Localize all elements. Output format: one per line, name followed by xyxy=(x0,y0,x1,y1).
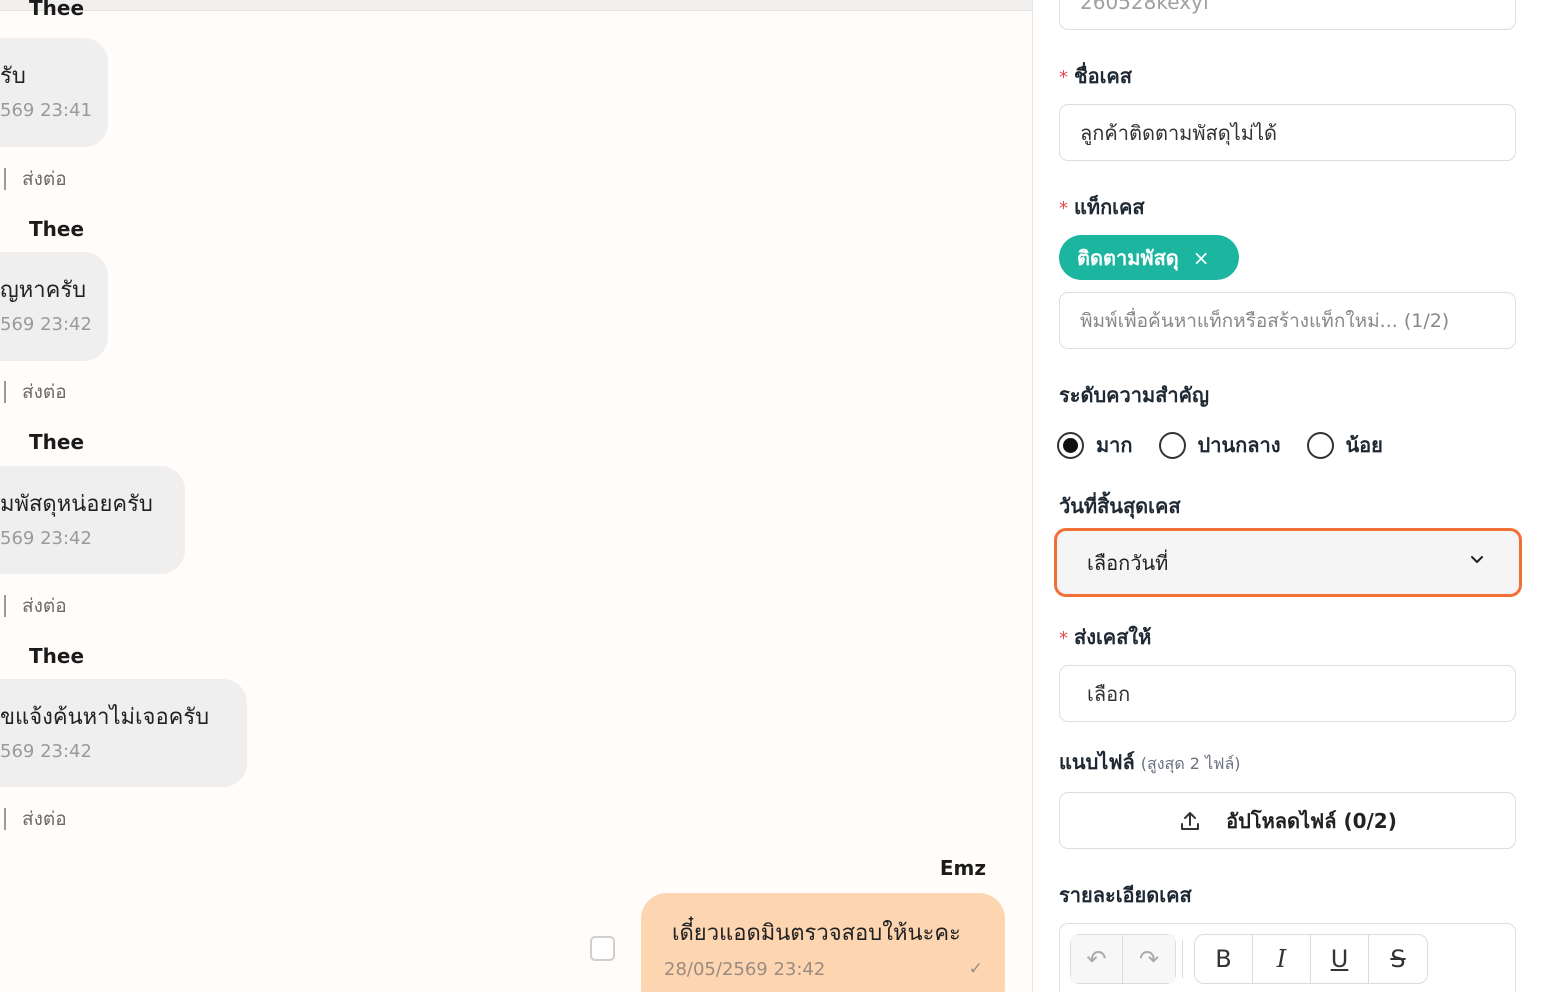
attach-label-text: แนบไฟล์ xyxy=(1059,750,1135,774)
priority-option-medium[interactable]: ปานกลาง xyxy=(1158,429,1281,461)
required-mark: * xyxy=(1059,67,1068,88)
priority-option-label: มาก xyxy=(1096,433,1133,457)
message-sender: Thee xyxy=(29,217,85,241)
due-date-label: วันที่สิ้นสุดเคส xyxy=(1059,494,1181,518)
radio-empty-icon[interactable] xyxy=(1158,431,1186,459)
message-time: 569 23:41 xyxy=(0,100,92,121)
outgoing-sender: Emz xyxy=(939,856,986,880)
toolbar-separator xyxy=(1182,940,1183,978)
case-details-editor: ↶ ↷ B I U S xyxy=(1059,923,1516,992)
italic-button[interactable]: I xyxy=(1253,935,1311,983)
due-date-placeholder: เลือกวันที่ xyxy=(1087,550,1169,575)
tag-chip-label: ติดตามพัสดุ xyxy=(1077,245,1179,270)
attach-label: แนบไฟล์ (สูงสุด 2 ไฟล์) xyxy=(1059,746,1240,778)
priority-label: ระดับความสำคัญ xyxy=(1059,383,1210,407)
case-tags-label: * แท็กเคส xyxy=(1059,191,1145,223)
tag-search-input[interactable]: พิมพ์เพื่อค้นหาแท็กหรือสร้างแท็กใหม่... … xyxy=(1059,292,1516,349)
case-name-label-text: ชื่อเคส xyxy=(1074,64,1133,88)
strikethrough-button[interactable]: S xyxy=(1369,935,1427,983)
radio-selected-icon[interactable] xyxy=(1057,431,1084,459)
underline-button[interactable]: U xyxy=(1311,935,1369,983)
upload-icon xyxy=(1181,811,1200,830)
forward-button[interactable]: ส่งต่อ xyxy=(4,804,67,834)
message-text: เดี๋ยวแอดมินตรวจสอบให้นะคะ xyxy=(672,921,961,946)
forward-divider xyxy=(4,595,6,617)
message-sender: Thee xyxy=(29,430,85,454)
priority-option-high[interactable]: มาก xyxy=(1057,429,1133,461)
message-time: 569 23:42 xyxy=(0,528,92,549)
case-name-input[interactable]: ลูกค้าติดตามพัสดุไม่ได้ xyxy=(1059,104,1516,161)
forward-label: ส่งต่อ xyxy=(22,595,67,617)
message-sender: Thee xyxy=(29,0,85,20)
case-form-panel: 260528kexyf * ชื่อเคส ลูกค้าติดตามพัสดุไม… xyxy=(1032,0,1541,992)
message-sender: Thee xyxy=(29,644,85,668)
bold-button[interactable]: B xyxy=(1195,935,1253,983)
redo-button[interactable]: ↷ xyxy=(1123,935,1175,983)
priority-option-label: ปานกลาง xyxy=(1197,433,1281,457)
message-bubble: ขแจ้งค้นหาไม่เจอครับ 569 23:42 xyxy=(0,679,247,787)
forward-button[interactable]: ส่งต่อ xyxy=(4,377,67,407)
tag-chip: ติดตามพัสดุ × xyxy=(1059,235,1239,280)
chevron-down-icon xyxy=(1471,556,1483,563)
forward-label: ส่งต่อ xyxy=(22,381,67,403)
message-bubble: มพัสดุหน่อยครับ 569 23:42 xyxy=(0,466,185,574)
radio-empty-icon[interactable] xyxy=(1306,431,1334,459)
message-text: ขแจ้งค้นหาไม่เจอครับ xyxy=(0,705,210,730)
upload-file-button[interactable]: อัปโหลดไฟล์ (0/2) xyxy=(1059,792,1516,849)
case-tags-label-text: แท็กเคส xyxy=(1074,195,1145,219)
message-select-checkbox[interactable] xyxy=(590,936,615,961)
upload-label: อัปโหลดไฟล์ (0/2) xyxy=(1226,808,1397,833)
assign-label-text: ส่งเคสให้ xyxy=(1074,625,1152,649)
forward-divider xyxy=(4,808,6,830)
attach-limit-note: (สูงสุด 2 ไฟล์) xyxy=(1140,754,1241,773)
priority-option-low[interactable]: น้อย xyxy=(1306,429,1383,461)
case-name-label: * ชื่อเคส xyxy=(1059,60,1132,92)
assign-select[interactable]: เลือก xyxy=(1059,665,1516,722)
message-text: รับ xyxy=(0,64,26,89)
assign-label: * ส่งเคสให้ xyxy=(1059,621,1151,653)
message-time: 569 23:42 xyxy=(0,314,92,335)
tag-remove-icon[interactable]: × xyxy=(1193,246,1210,270)
outgoing-message-bubble: เดี๋ยวแอดมินตรวจสอบให้นะคะ 28/05/2569 23… xyxy=(641,893,1005,992)
read-check-icon: ✓ xyxy=(968,959,983,979)
message-time: 569 23:42 xyxy=(0,741,92,762)
message-text: มพัสดุหน่อยครับ xyxy=(0,492,153,517)
case-id-field: 260528kexyf xyxy=(1059,0,1516,30)
forward-button[interactable]: ส่งต่อ xyxy=(4,591,67,621)
forward-divider xyxy=(4,381,6,403)
forward-label: ส่งต่อ xyxy=(22,808,67,830)
chat-pane: Thee รับ 569 23:41 ส่งต่อ Thee ญหาครับ 5… xyxy=(0,0,1032,992)
required-mark: * xyxy=(1059,198,1068,219)
case-details-label: รายละเอียดเคส xyxy=(1059,883,1192,907)
history-toolbar-group: ↶ ↷ xyxy=(1070,934,1176,984)
message-text: ญหาครับ xyxy=(0,278,87,303)
format-toolbar-group: B I U S xyxy=(1194,934,1428,984)
forward-button[interactable]: ส่งต่อ xyxy=(4,164,67,194)
message-time: 28/05/2569 23:42 xyxy=(664,959,826,980)
priority-radio-group: มาก ปานกลาง น้อย xyxy=(1057,429,1383,461)
forward-divider xyxy=(4,168,6,190)
forward-label: ส่งต่อ xyxy=(22,168,67,190)
priority-option-label: น้อย xyxy=(1345,433,1383,457)
undo-button[interactable]: ↶ xyxy=(1071,935,1123,983)
message-bubble: รับ 569 23:41 xyxy=(0,38,108,147)
message-bubble: ญหาครับ 569 23:42 xyxy=(0,252,108,361)
chat-top-divider xyxy=(0,0,1032,11)
due-date-select[interactable]: เลือกวันที่ xyxy=(1054,528,1522,597)
required-mark: * xyxy=(1059,628,1068,649)
